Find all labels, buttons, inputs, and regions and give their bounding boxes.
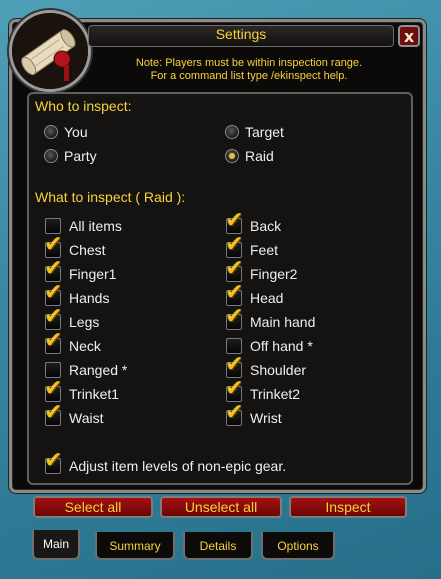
checkbox-label-waist[interactable]: Waist	[69, 410, 103, 426]
checkmark-icon: ✔	[225, 304, 244, 329]
checkbox-neck[interactable]: ✔	[44, 330, 62, 354]
checkbox-label-feet[interactable]: Feet	[250, 242, 278, 258]
unselect-all-button[interactable]: Unselect all	[160, 496, 282, 518]
close-icon[interactable]: x	[398, 25, 420, 47]
radio-label-you[interactable]: You	[64, 124, 88, 140]
checkbox-wrist[interactable]: ✔	[225, 402, 243, 426]
checkmark-icon: ✔	[44, 256, 63, 281]
checkmark-icon: ✔	[225, 256, 244, 281]
radio-label-raid[interactable]: Raid	[245, 148, 274, 164]
checkmark-icon: ✔	[44, 232, 63, 257]
checkbox-label-trinket1[interactable]: Trinket1	[69, 386, 119, 402]
checkbox-label-hands[interactable]: Hands	[69, 290, 109, 306]
note-line-1: Note: Players must be within inspection …	[135, 57, 363, 69]
checkbox-label-head[interactable]: Head	[250, 290, 283, 306]
radio-label-target[interactable]: Target	[245, 124, 284, 140]
note-line-2: For a command list type /ekinspect help.	[150, 70, 348, 82]
checkbox-label-back[interactable]: Back	[250, 218, 281, 234]
adjust-label[interactable]: Adjust item levels of non-epic gear.	[69, 458, 286, 474]
checkbox-label-shoulder[interactable]: Shoulder	[250, 362, 306, 378]
who-heading: Who to inspect:	[35, 98, 132, 114]
checkbox-label-neck[interactable]: Neck	[69, 338, 101, 354]
checkmark-icon: ✔	[225, 376, 244, 401]
what-heading: What to inspect ( Raid ):	[35, 189, 186, 205]
checkmark-icon: ✔	[225, 280, 244, 305]
checkbox-label-ranged[interactable]: Ranged *	[69, 362, 127, 378]
window-title: Settings	[215, 26, 267, 42]
checkbox-label-all-items[interactable]: All items	[69, 218, 122, 234]
tab-details[interactable]: Details	[183, 532, 253, 560]
checkmark-icon: ✔	[44, 400, 63, 425]
checkmark-icon: ✔	[44, 376, 63, 401]
checkbox-label-trinket2[interactable]: Trinket2	[250, 386, 300, 402]
select-all-button[interactable]: Select all	[33, 496, 153, 518]
checkmark-icon: ✔	[225, 232, 244, 257]
checkbox-label-chest[interactable]: Chest	[69, 242, 106, 258]
checkbox-waist[interactable]: ✔	[44, 402, 62, 426]
scroll-icon	[9, 10, 91, 92]
tab-main[interactable]: Main	[32, 530, 80, 560]
checkmark-icon: ✔	[225, 208, 244, 233]
checkbox-label-finger1[interactable]: Finger1	[69, 266, 116, 282]
radio-party[interactable]	[44, 149, 58, 163]
checkmark-icon: ✔	[44, 280, 63, 305]
checkmark-icon: ✔	[225, 400, 244, 425]
checkmark-icon: ✔	[44, 304, 63, 329]
checkbox-label-main-hand[interactable]: Main hand	[250, 314, 315, 330]
checkbox-label-finger2[interactable]: Finger2	[250, 266, 297, 282]
checkmark-icon: ✔	[225, 352, 244, 377]
radio-target[interactable]	[225, 125, 239, 139]
tab-options[interactable]: Options	[261, 532, 335, 560]
radio-label-party[interactable]: Party	[64, 148, 97, 164]
inspect-button[interactable]: Inspect	[289, 496, 407, 518]
radio-you[interactable]	[44, 125, 58, 139]
tab-summary[interactable]: Summary	[95, 532, 175, 560]
checkbox-label-wrist[interactable]: Wrist	[250, 410, 282, 426]
radio-raid[interactable]	[225, 149, 239, 163]
checkbox-main-hand[interactable]: ✔	[225, 306, 243, 330]
inspection-note: Note: Players must be within inspection …	[88, 57, 410, 83]
checkbox-label-off-hand[interactable]: Off hand *	[250, 338, 313, 354]
checkmark-icon: ✔	[44, 448, 63, 473]
checkbox-label-legs[interactable]: Legs	[69, 314, 99, 330]
checkmark-icon: ✔	[44, 328, 63, 353]
adjust-checkbox[interactable]: ✔	[44, 450, 62, 474]
